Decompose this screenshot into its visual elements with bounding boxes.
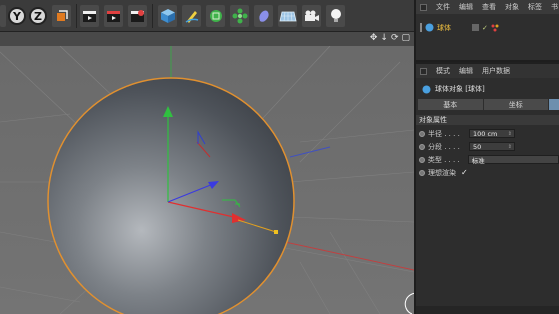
object-name[interactable]: 球体 (437, 23, 469, 33)
clapperboard-gear-icon (131, 9, 144, 22)
animate-radio[interactable] (419, 143, 425, 150)
floor-button[interactable] (278, 5, 297, 27)
tab-basic[interactable]: 基本 (418, 99, 483, 110)
panel-grip-icon (420, 3, 427, 11)
scale-handle[interactable] (274, 230, 278, 234)
section-object-properties: 对象属性 (416, 115, 559, 125)
z-axis-lock-button[interactable]: Z (29, 7, 47, 25)
hierarchy-line (420, 23, 422, 32)
rotate-view-icon[interactable]: ⟳ (391, 33, 399, 43)
menu-mode[interactable]: 模式 (436, 66, 450, 76)
camera-button[interactable] (302, 5, 321, 27)
dolly-view-icon[interactable]: ↓ (380, 33, 388, 43)
tag-icon[interactable] (491, 24, 499, 32)
pen-tool-button[interactable] (182, 5, 201, 27)
y-axis-lock-button[interactable]: Y (8, 7, 26, 25)
enabled-check-icon[interactable]: ✓ (482, 24, 488, 32)
pen-icon (185, 11, 198, 23)
menu-view[interactable]: 查看 (482, 2, 496, 12)
panel-footer (416, 306, 559, 314)
menu-bookmarks[interactable]: 书 (551, 2, 558, 12)
object-manager: 文件 编辑 查看 对象 标签 书 球体 ✓ (416, 0, 559, 60)
subdivision-button[interactable] (206, 5, 225, 27)
visibility-toggle[interactable] (472, 24, 479, 31)
light-button[interactable] (326, 5, 345, 27)
prop-perfect-render: 理想渲染 ✓ (419, 167, 559, 178)
animate-radio[interactable] (419, 156, 425, 163)
floor-grid-icon (279, 11, 296, 22)
radius-input[interactable]: 100 cm ⇕ (469, 129, 515, 138)
viewport-nav: ✥ ↓ ⟳ ▢ (370, 33, 410, 43)
animate-radio[interactable] (419, 169, 425, 176)
panel-grip-icon (420, 67, 427, 75)
menu-edit[interactable]: 编辑 (459, 2, 473, 12)
menu-objects[interactable]: 对象 (505, 2, 519, 12)
render-perfect-checkbox[interactable]: ✓ (461, 168, 468, 177)
tab-object[interactable] (549, 99, 559, 110)
clapperboard-icon (83, 10, 96, 22)
menu-tags[interactable]: 标签 (528, 2, 542, 12)
cube-object-button[interactable] (158, 5, 177, 27)
sphere-icon (425, 23, 434, 32)
radius-value[interactable]: 100 cm (473, 130, 497, 138)
deformer-icon (258, 10, 269, 22)
render-view-button[interactable] (80, 5, 99, 27)
attribute-manager-menubar: 模式 编辑 用户数据 (416, 64, 559, 78)
attribute-tabs: 基本 坐标 (418, 99, 559, 110)
render-picture-button[interactable] (104, 5, 123, 27)
coord-system-icon (56, 10, 68, 21)
tab-coord[interactable]: 坐标 (483, 99, 548, 110)
object-manager-menubar: 文件 编辑 查看 对象 标签 书 (416, 0, 559, 14)
light-bulb-icon (330, 9, 341, 22)
toolbar-separator (152, 4, 153, 28)
type-value[interactable]: 标准 (472, 155, 485, 165)
spinner-icon[interactable]: ⇕ (508, 144, 514, 150)
main-toolbar: Y Z (0, 0, 414, 32)
render-settings-button[interactable] (128, 5, 147, 27)
attribute-title: 球体对象 [球体] (435, 85, 485, 93)
animate-radio[interactable] (419, 130, 425, 137)
viewport-header: ✥ ↓ ⟳ ▢ (0, 32, 414, 46)
attribute-manager: 模式 编辑 用户数据 球体对象 [球体] 基本 坐标 对象属性 半径 . . .… (416, 62, 559, 314)
menu-user-data[interactable]: 用户数据 (482, 66, 510, 76)
viewport-canvas[interactable] (0, 32, 414, 314)
pan-view-icon[interactable]: ✥ (370, 33, 378, 43)
deformer-button[interactable] (254, 5, 273, 27)
prop-label: 分段 . . . . (428, 142, 460, 151)
3d-viewport[interactable]: ✥ ↓ ⟳ ▢ (0, 32, 414, 314)
prop-label: 类型 . . . . (427, 155, 460, 164)
cloner-icon (232, 8, 247, 24)
prop-label: 理想渲染 (428, 168, 456, 177)
prop-radius: 半径 . . . . 100 cm ⇕ (419, 128, 559, 139)
prop-type: 类型 . . . . 标准 (419, 154, 559, 165)
clapperboard-render-icon (107, 10, 120, 22)
attribute-title-bar: 球体对象 [球体] (416, 82, 559, 96)
cube-icon (160, 9, 175, 23)
menu-file[interactable]: 文件 (436, 2, 450, 12)
subdivision-icon (209, 10, 222, 22)
type-select[interactable]: 标准 (467, 155, 559, 165)
toolbar-separator (76, 4, 77, 28)
coord-system-button[interactable] (52, 5, 71, 27)
segments-value[interactable]: 50 (473, 143, 481, 151)
menu-edit-attr[interactable]: 编辑 (459, 66, 473, 76)
object-row-sphere[interactable]: 球体 ✓ (416, 22, 559, 33)
camera-icon (304, 10, 319, 21)
cloner-button[interactable] (230, 5, 249, 27)
segments-input[interactable]: 50 ⇕ (469, 142, 515, 151)
prop-label: 半径 . . . . (428, 129, 460, 138)
maximize-view-icon[interactable]: ▢ (401, 33, 410, 43)
sphere-object-icon (422, 85, 431, 93)
spinner-icon[interactable]: ⇕ (508, 131, 514, 137)
prop-segments: 分段 . . . . 50 ⇕ (419, 141, 559, 152)
toolbar-handle (0, 5, 6, 27)
